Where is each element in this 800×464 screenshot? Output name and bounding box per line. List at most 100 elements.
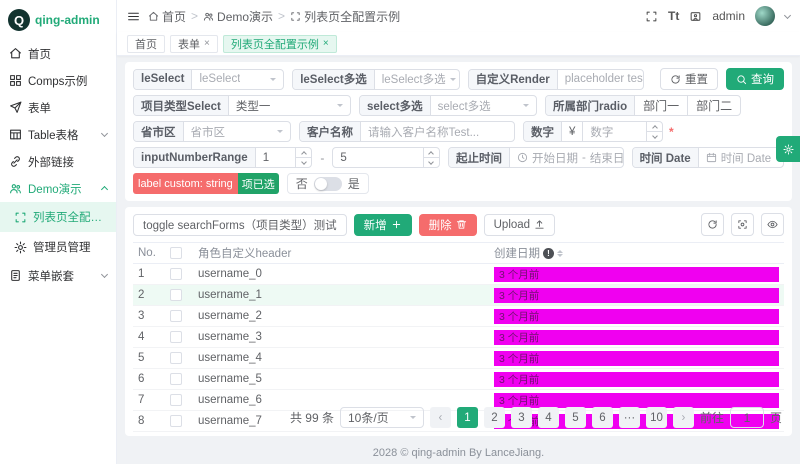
app-logo[interactable]: Q qing-admin [0,0,116,40]
customer-name-field[interactable]: 客户名称 请输入客户名称Test... [299,121,515,142]
table-row[interactable]: 1 username_0 3 个月前 [133,264,784,285]
refresh-table-button[interactable] [701,213,724,236]
avatar[interactable] [755,6,775,26]
radio-dept-1[interactable]: 部门一 [635,96,687,115]
page-button-1[interactable]: 1 [457,407,478,428]
row-checkbox[interactable] [170,310,182,322]
more-pages-button[interactable]: ··· [619,407,640,428]
le-select-multi-field[interactable]: leSelect多选 leSelect多选 [292,69,459,90]
sidebar-item-comps[interactable]: Comps示例 [0,67,116,94]
chevron-up-icon [101,186,108,193]
increase-icon[interactable] [296,148,311,157]
table-card: toggle searchForms（项目类型）测试 新增 删除 Upload [125,207,792,436]
reset-button[interactable]: 重置 [660,68,718,90]
sidebar-item-external-link[interactable]: 外部链接 [0,148,116,175]
tag-list-page[interactable]: 列表页全配置示例 × [223,35,337,53]
page-button-3[interactable]: 3 [511,407,532,428]
date-separator: - [582,152,586,164]
field-label: leSelect多选 [293,70,374,89]
column-header-name[interactable]: 角色自定义header [193,243,489,264]
row-checkbox[interactable] [170,352,182,364]
fullscreen-table-button[interactable] [731,213,754,236]
close-icon[interactable]: × [323,38,329,49]
breadcrumb-label: Demo演示 [217,8,273,25]
radio-dept-2[interactable]: 部门二 [687,96,740,115]
query-button[interactable]: 查询 [726,68,784,90]
le-select-field[interactable]: leSelect leSelect [133,69,284,90]
breadcrumb-item-demo[interactable]: Demo演示 [203,8,273,25]
sort-icon[interactable] [557,250,563,257]
custom-render-field[interactable]: 自定义Render placeholder test... 666 [468,69,644,90]
number-field[interactable]: 数字 ¥ 数字 [523,121,663,142]
page-button-2[interactable]: 2 [484,407,505,428]
chevron-down-icon[interactable] [784,11,791,18]
sidebar-item-demo[interactable]: Demo演示 [0,175,116,202]
lock-screen-icon[interactable] [689,10,702,23]
select-placeholder: leSelect多选 [382,71,446,87]
close-icon[interactable]: × [204,38,210,49]
region-cascader-field[interactable]: 省市区 省市区 [133,121,291,142]
column-header-no[interactable]: No. [133,243,165,264]
table-row[interactable]: 6 username_5 3 个月前 [133,369,784,390]
table-row[interactable]: 4 username_3 3 个月前 [133,327,784,348]
next-page-button[interactable]: › [673,407,694,428]
username: admin [712,9,745,23]
breadcrumb-item-home[interactable]: 首页 [148,8,186,25]
field-label: 省市区 [134,122,184,141]
column-visibility-button[interactable] [761,213,784,236]
toggle-switch[interactable] [314,177,342,191]
chevron-down-icon [523,104,529,110]
table-row[interactable]: 3 username_2 3 个月前 [133,306,784,327]
sidebar-item-nested-menu[interactable]: 菜单嵌套 [0,262,116,289]
page-size-select[interactable]: 10条/页 [340,407,424,428]
select-all-checkbox[interactable] [170,247,182,259]
page-button-10[interactable]: 10 [646,407,667,428]
select-multi-field[interactable]: select多选 select多选 [359,95,537,116]
tag-form[interactable]: 表单 × [170,35,218,53]
header-bar: 首页 > Demo演示 > 列表页全配置示例 Tt admin [117,0,800,32]
increase-icon[interactable] [647,122,662,131]
page-button-5[interactable]: 5 [565,407,586,428]
collapse-menu-icon[interactable] [127,10,140,23]
number-stepper[interactable] [646,122,662,141]
number-stepper[interactable] [423,148,439,167]
decrease-icon[interactable] [647,131,662,141]
row-checkbox[interactable] [170,373,182,385]
cell-no: 6 [133,369,165,390]
page-button-4[interactable]: 4 [538,407,559,428]
theme-settings-button[interactable] [776,136,800,162]
goto-page-input[interactable]: 1 [730,407,764,428]
font-size-icon[interactable]: Tt [668,9,679,23]
prev-page-button[interactable]: ‹ [430,407,451,428]
number-range-from-field[interactable]: inputNumberRange 1 [133,147,312,168]
row-checkbox[interactable] [170,268,182,280]
table-row[interactable]: 2 username_1 3 个月前 [133,285,784,306]
upload-button[interactable]: Upload [484,214,555,236]
date-range-field[interactable]: 起止时间 开始日期 - 结束日期 [448,147,624,168]
row-checkbox[interactable] [170,331,182,343]
date-field[interactable]: 时间 Date 时间 Date [632,147,784,168]
increase-icon[interactable] [424,148,439,157]
delete-button[interactable]: 删除 [419,214,477,236]
decrease-icon[interactable] [424,157,439,167]
toggle-search-forms-button[interactable]: toggle searchForms（项目类型）测试 [133,214,347,236]
column-header-date[interactable]: 创建日期 ! [489,243,784,264]
query-label: 查询 [751,71,774,87]
project-type-select-field[interactable]: 项目类型Select 类型一 [133,95,351,116]
table-row[interactable]: 5 username_4 3 个月前 [133,348,784,369]
sidebar-item-table[interactable]: Table表格 [0,121,116,148]
add-button[interactable]: 新增 [354,214,412,236]
number-range-to-field[interactable]: 5 [332,147,440,168]
sidebar-item-home[interactable]: 首页 [0,40,116,67]
row-checkbox[interactable] [170,289,182,301]
decrease-icon[interactable] [296,157,311,167]
fullscreen-icon[interactable] [645,10,658,23]
page-button-6[interactable]: 6 [592,407,613,428]
sidebar-item-form[interactable]: 表单 [0,94,116,121]
number-stepper[interactable] [295,148,311,167]
cell-name: username_5 [193,369,489,390]
sidebar-item-admin-manage[interactable]: 管理员管理 [0,232,116,262]
field-label: select多选 [360,96,431,115]
tag-home[interactable]: 首页 [127,35,165,53]
sidebar-item-list-page-demo[interactable]: 列表页全配置示例 [0,202,116,232]
